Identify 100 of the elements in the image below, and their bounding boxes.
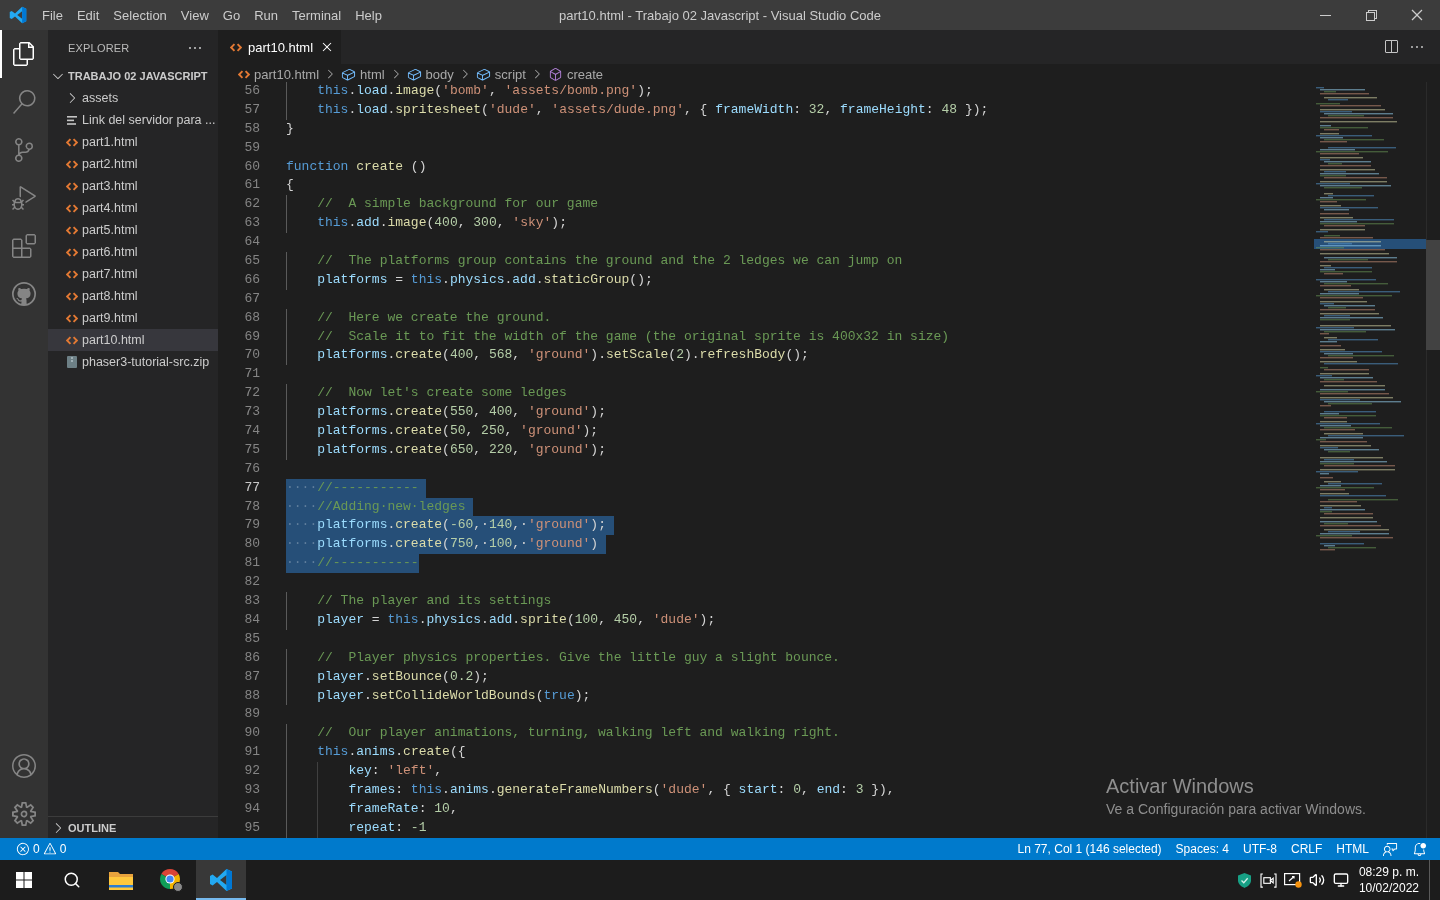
line-number: 87 [243, 667, 260, 686]
tree-item[interactable]: part8.html [48, 285, 218, 307]
taskbar-button[interactable] [196, 860, 246, 900]
camera-icon[interactable] [1260, 872, 1278, 888]
code-line: player.setCollideWorldBounds(true); [286, 686, 591, 706]
scroll-thumb[interactable] [1426, 240, 1440, 350]
tree-item[interactable]: phaser3-tutorial-src.zip [48, 351, 218, 373]
line-number: 71 [243, 365, 260, 384]
breadcrumb-item[interactable]: script [475, 66, 526, 82]
line-number: 74 [243, 422, 260, 441]
breadcrumb-item[interactable]: create [547, 66, 603, 82]
start-logo-icon[interactable] [16, 872, 32, 888]
menu-item[interactable]: Help [348, 0, 389, 30]
code-line: repeat: -1 [286, 818, 427, 838]
bell-icon[interactable] [1412, 841, 1427, 857]
code-line: this.add.image(400, 300, 'sky'); [286, 214, 567, 234]
status-item[interactable]: Spaces: 4 [1168, 838, 1236, 860]
line-number: 69 [243, 327, 260, 346]
angle-brackets-icon [230, 42, 242, 52]
clock-button[interactable]: 08:29 p. m. 10/02/2022 [1352, 860, 1425, 900]
status-item[interactable]: Ln 77, Col 1 (146 selected) [1010, 838, 1169, 860]
line-number: 89 [243, 705, 260, 724]
menu-item[interactable]: Go [215, 0, 248, 30]
code-line: platforms = this.physics.add.staticGroup(); [286, 270, 653, 290]
tree-item[interactable]: part1.html [48, 131, 218, 153]
search-icon[interactable] [63, 871, 81, 889]
line-number: 81 [243, 554, 260, 573]
line-number: 88 [243, 686, 260, 705]
tree-item[interactable]: part7.html [48, 263, 218, 285]
close-icon[interactable] [1409, 7, 1425, 23]
tree-item[interactable]: Link del servidor para ... [48, 109, 218, 131]
code-line: // The player and its settings [286, 592, 552, 611]
code-line: // Here we create the ground. [286, 308, 552, 328]
line-number: 59 [243, 138, 260, 157]
tree-item[interactable]: part10.html [48, 329, 218, 351]
status-item[interactable]: CRLF [1284, 838, 1330, 860]
code-line: frames: this.anims.generateFrameNumbers('dude', { start: 0, end: 3 }), [286, 780, 895, 800]
tree-item[interactable]: assets [48, 87, 218, 109]
tree-item[interactable]: part4.html [48, 197, 218, 219]
angle-brackets-icon [66, 137, 78, 147]
angle-brackets-icon [238, 69, 250, 79]
code-line: this.load.image('bomb', 'assets/bomb.png'); [286, 82, 653, 101]
breadcrumb-item[interactable]: html [341, 66, 385, 82]
tree-item[interactable]: part6.html [48, 241, 218, 263]
code-line: // Player physics properties. Give the little guy a slight bounce. [286, 648, 840, 668]
menu-item[interactable]: View [173, 0, 216, 30]
split-editor-icon[interactable] [1383, 39, 1399, 55]
line-number: 68 [243, 308, 260, 327]
code-line: // Scale it to fit the width of the game (the original sprite is 400x32 in size) [286, 327, 950, 347]
blocks-icon [12, 234, 36, 258]
line-number: 94 [243, 799, 260, 818]
menu-item[interactable]: Terminal [285, 0, 349, 30]
folder-header[interactable]: TRABAJO 02 JAVASCRIPT [48, 65, 218, 87]
files-icon [12, 42, 36, 66]
breadcrumb-item[interactable]: body [406, 66, 454, 82]
menu-item[interactable]: Selection [106, 0, 174, 30]
restore-icon[interactable] [1363, 7, 1379, 23]
window-title: part10.html - Trabajo 02 Javascript - Visual Studio Code [558, 7, 881, 23]
code-line: function create () [286, 157, 427, 176]
code-line: platforms.create(400, 568, 'ground').setScale(2).refreshBody(); [286, 346, 809, 366]
status-item[interactable]: UTF-8 [1236, 838, 1284, 860]
lines-icon [67, 115, 77, 125]
cat-icon [12, 282, 36, 306]
menu-item[interactable]: Run [247, 0, 285, 30]
tree-item[interactable]: part9.html [48, 307, 218, 329]
menu-item[interactable]: Edit [69, 0, 107, 30]
line-number: 76 [243, 459, 260, 478]
line-number: 82 [243, 573, 260, 592]
tree-item[interactable]: part5.html [48, 219, 218, 241]
line-number: 60 [243, 157, 260, 176]
status-item[interactable]: HTML [1329, 838, 1376, 860]
line-number: 86 [243, 648, 260, 667]
shield-icon[interactable] [1238, 872, 1252, 888]
line-number: 84 [243, 610, 260, 629]
archive-icon [67, 356, 77, 368]
code-line: } [286, 119, 294, 138]
screen-icon[interactable] [1283, 872, 1302, 888]
tree-item[interactable]: part2.html [48, 153, 218, 175]
line-number: 70 [243, 346, 260, 365]
line-number: 78 [243, 497, 260, 516]
line-number: 62 [243, 195, 260, 214]
speaker-icon[interactable] [1308, 872, 1325, 888]
code-line: { [286, 176, 294, 195]
cube-icon [547, 66, 563, 82]
menu-item[interactable]: File [35, 0, 70, 30]
editor-tab[interactable]: part10.html [218, 30, 342, 64]
monitor-icon[interactable] [1332, 872, 1349, 888]
line-number: 93 [243, 780, 260, 799]
angle-brackets-icon [66, 225, 78, 235]
code-line: frameRate: 10, [286, 799, 458, 819]
line-number: 73 [243, 403, 260, 422]
breadcrumb-item[interactable]: part10.html [238, 66, 320, 82]
tree-item[interactable]: part3.html [48, 175, 218, 197]
search-icon [12, 90, 36, 114]
code-line: key: 'left', [286, 762, 443, 781]
problems-button[interactable]: 0 0 [10, 838, 73, 860]
code-line: // The platforms group contains the ground and the 2 ledges we can jump on [286, 252, 903, 271]
scrollbar-track[interactable] [1426, 82, 1440, 838]
feedback-icon[interactable] [1383, 841, 1398, 857]
angle-brackets-icon [66, 159, 78, 169]
